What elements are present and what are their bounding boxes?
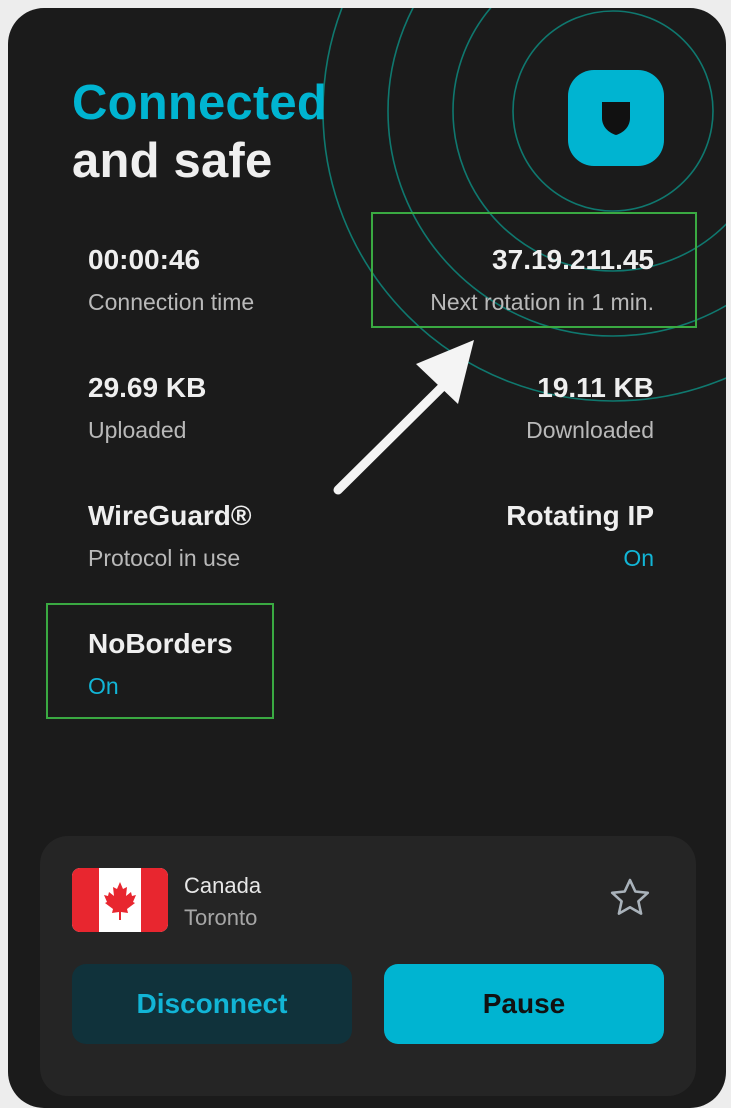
connection-status-title: Connected and safe bbox=[72, 74, 327, 190]
ip-address-value: 37.19.211.45 bbox=[492, 244, 654, 275]
status-line-safe: and safe bbox=[72, 134, 273, 188]
shield-status-button[interactable] bbox=[568, 70, 664, 166]
pause-button[interactable]: Pause bbox=[384, 964, 664, 1044]
noborders-status: On bbox=[88, 673, 119, 699]
status-line-connected: Connected bbox=[72, 76, 327, 130]
favorite-star-icon[interactable] bbox=[608, 876, 652, 920]
canada-flag-icon bbox=[72, 868, 168, 932]
disconnect-button[interactable]: Disconnect bbox=[72, 964, 352, 1044]
connection-time-value: 00:00:46 bbox=[88, 244, 201, 275]
rotating-ip-title: Rotating IP bbox=[506, 500, 654, 531]
protocol-value: WireGuard® bbox=[88, 500, 252, 531]
shield-icon bbox=[602, 102, 630, 135]
stat-protocol: WireGuard® Protocol in use bbox=[88, 499, 252, 573]
rotating-ip-status: On bbox=[623, 545, 654, 571]
downloaded-label: Downloaded bbox=[526, 417, 654, 443]
stat-ip-address: 37.19.211.45 Next rotation in 1 min. bbox=[430, 243, 654, 317]
signal-ring-4 bbox=[322, 8, 726, 402]
next-rotation-label: Next rotation in 1 min. bbox=[430, 289, 654, 315]
vpn-screen: Connected and safe 00:00:46 Connection t… bbox=[8, 8, 726, 1108]
stat-connection-time: 00:00:46 Connection time bbox=[88, 243, 254, 317]
stat-noborders[interactable]: NoBorders On bbox=[88, 627, 233, 701]
stat-rotating-ip[interactable]: Rotating IP On bbox=[506, 499, 654, 573]
stat-downloaded: 19.11 KB Downloaded bbox=[526, 371, 654, 445]
downloaded-value: 19.11 KB bbox=[537, 372, 654, 403]
protocol-label: Protocol in use bbox=[88, 545, 241, 571]
location-country: Canada bbox=[184, 873, 262, 898]
uploaded-value: 29.69 KB bbox=[88, 372, 207, 403]
location-city: Toronto bbox=[184, 905, 258, 930]
noborders-title: NoBorders bbox=[88, 628, 233, 659]
uploaded-label: Uploaded bbox=[88, 417, 187, 443]
connection-time-label: Connection time bbox=[88, 289, 255, 315]
location-card: Canada Toronto Disconnect Pause bbox=[40, 836, 696, 1096]
stat-uploaded: 29.69 KB Uploaded bbox=[88, 371, 206, 445]
